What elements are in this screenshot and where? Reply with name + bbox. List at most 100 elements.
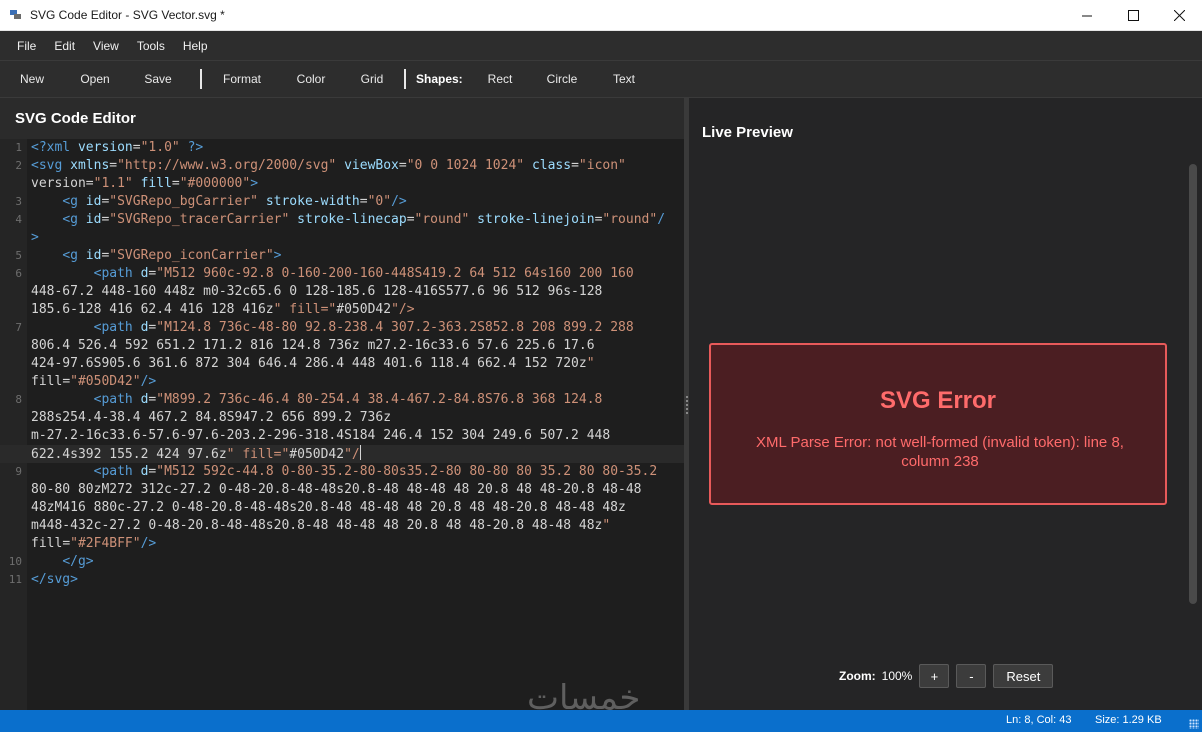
code-text: </svg>	[31, 572, 78, 587]
code-editor[interactable]: 1 <?xml version="1.0" ?> 2 <svg xmlns="htt…	[0, 139, 684, 710]
minimize-icon	[1081, 15, 1092, 16]
close-button[interactable]	[1156, 0, 1202, 30]
file-size: Size: 1.29 KB	[1095, 714, 1162, 726]
circle-button[interactable]: Circle	[526, 72, 598, 86]
menu-tools[interactable]: Tools	[128, 39, 174, 53]
code-text: <svg xmlns="http://www.w3.org/2000/svg" …	[31, 158, 626, 173]
line-number: 5	[15, 249, 22, 262]
code-text: m448-432c-27.2 0-48-20.8-48-48s20.8-48 4…	[31, 518, 611, 533]
code-line: 11 </svg>	[0, 571, 684, 589]
code-text: m-27.2-16c33.6-57.6-97.6-203.2-296-318.4…	[31, 428, 611, 443]
line-number: 4	[15, 213, 22, 226]
status-bar: Ln: 8, Col: 43 Size: 1.29 KB	[0, 710, 1202, 732]
line-number: 2	[15, 159, 22, 172]
close-icon	[1173, 9, 1185, 21]
app-icon	[10, 9, 22, 21]
code-text: 448-67.2 448-160 448z m0-32c65.6 0 128-1…	[31, 284, 603, 299]
code-text: version="1.1" fill="#000000">	[31, 176, 259, 191]
code-line: >	[0, 229, 684, 247]
code-line: 48zM416 880c-27.2 0-48-20.8-48-48s20.8-4…	[0, 499, 684, 517]
editor-title: SVG Code Editor	[15, 110, 136, 127]
code-line: m448-432c-27.2 0-48-20.8-48-48s20.8-48 4…	[0, 517, 684, 535]
menu-file[interactable]: File	[8, 39, 45, 53]
menu-edit[interactable]: Edit	[45, 39, 84, 53]
code-line: fill="#2F4BFF"/>	[0, 535, 684, 553]
code-line: 448-67.2 448-160 448z m0-32c65.6 0 128-1…	[0, 283, 684, 301]
code-line: 6 <path d="M512 960c-92.8 0-160-200-160-…	[0, 265, 684, 283]
code-text: 806.4 526.4 592 651.2 171.2 816 124.8 73…	[31, 338, 595, 353]
toolbar-separator	[404, 69, 406, 89]
splitter-grip-icon[interactable]	[686, 396, 688, 414]
zoom-reset-button[interactable]: Reset	[993, 664, 1054, 688]
code-line: 3 <g id="SVGRepo_bgCarrier" stroke-width…	[0, 193, 684, 211]
text-button[interactable]: Text	[598, 72, 650, 86]
line-number: 9	[15, 465, 22, 478]
grid-button[interactable]: Grid	[350, 72, 394, 86]
save-button[interactable]: Save	[126, 72, 190, 86]
code-line: 7 <path d="M124.8 736c-48-80 92.8-238.4 …	[0, 319, 684, 337]
code-text: >	[31, 230, 39, 245]
open-button[interactable]: Open	[64, 72, 126, 86]
line-number: 8	[15, 393, 22, 406]
line-number: 11	[8, 573, 22, 586]
color-button[interactable]: Color	[272, 72, 350, 86]
code-text: 185.6-128 416 62.4 416 128 416z" fill="#…	[31, 302, 415, 317]
code-line: m-27.2-16c33.6-57.6-97.6-203.2-296-318.4…	[0, 427, 684, 445]
code-text: <?xml version="1.0" ?>	[31, 140, 204, 155]
preview-pane: Live Preview SVG Error XML Parse Error: …	[689, 98, 1202, 710]
code-text: 48zM416 880c-27.2 0-48-20.8-48-48s20.8-4…	[31, 500, 626, 515]
new-button[interactable]: New	[0, 72, 64, 86]
maximize-icon	[1127, 9, 1139, 21]
code-line: 185.6-128 416 62.4 416 128 416z" fill="#…	[0, 301, 684, 319]
minimize-button[interactable]	[1064, 0, 1110, 30]
code-line: 1 <?xml version="1.0" ?>	[0, 139, 684, 157]
preview-title: Live Preview	[702, 124, 793, 141]
code-line: 80-80 80zM272 312c-27.2 0-48-20.8-48-48s…	[0, 481, 684, 499]
code-line: 9 <path d="M512 592c-44.8 0-80-35.2-80-8…	[0, 463, 684, 481]
code-text: 424-97.6S905.6 361.6 872 304 646.4 286.4…	[31, 356, 595, 371]
zoom-out-button[interactable]: -	[956, 664, 987, 688]
code-text: <g id="SVGRepo_iconCarrier">	[62, 248, 282, 263]
code-text: fill="#050D42"/>	[31, 374, 157, 389]
line-number: 7	[15, 321, 22, 334]
code-line: 4 <g id="SVGRepo_tracerCarrier" stroke-l…	[0, 211, 684, 229]
toolbar: New Open Save Format Color Grid Shapes: …	[0, 60, 1202, 98]
text-cursor	[359, 445, 361, 460]
editor-header: SVG Code Editor	[0, 98, 684, 139]
code-text-segment: 622.4s392 155.2 424 97.6z" fill="#050D42…	[31, 447, 360, 462]
shapes-label: Shapes:	[416, 72, 463, 86]
preview-scrollbar[interactable]	[1189, 164, 1197, 604]
code-text: <path d="M512 960c-92.8 0-160-200-160-44…	[93, 266, 634, 281]
code-line: 5 <g id="SVGRepo_iconCarrier">	[0, 247, 684, 265]
code-line: 806.4 526.4 592 651.2 171.2 816 124.8 73…	[0, 337, 684, 355]
window-title: SVG Code Editor - SVG Vector.svg *	[30, 8, 225, 22]
code-text: <path d="M512 592c-44.8 0-80-35.2-80-80s…	[93, 464, 658, 479]
code-text: fill="#2F4BFF"/>	[31, 536, 157, 551]
format-button[interactable]: Format	[212, 72, 272, 86]
resize-grip-icon[interactable]	[1189, 719, 1199, 729]
code-text: <path d="M899.2 736c-46.4 80-254.4 38.4-…	[93, 392, 603, 407]
menu-help[interactable]: Help	[174, 39, 217, 53]
zoom-label: Zoom:	[839, 669, 876, 683]
menu-view[interactable]: View	[84, 39, 128, 53]
svg-error-panel: SVG Error XML Parse Error: not well-form…	[709, 343, 1167, 505]
code-text: 622.4s392 155.2 424 97.6z" fill="#050D42…	[31, 445, 361, 464]
code-line: 424-97.6S905.6 361.6 872 304 646.4 286.4…	[0, 355, 684, 373]
menu-bar: File Edit View Tools Help	[0, 31, 1202, 60]
cursor-position: Ln: 8, Col: 43	[1006, 714, 1072, 726]
code-text: </g>	[62, 554, 94, 569]
code-text: <path d="M124.8 736c-48-80 92.8-238.4 30…	[93, 320, 634, 335]
line-number: 10	[8, 555, 22, 568]
zoom-in-button[interactable]: +	[919, 664, 950, 688]
code-line: version="1.1" fill="#000000">	[0, 175, 684, 193]
code-line: fill="#050D42"/>	[0, 373, 684, 391]
maximize-button[interactable]	[1110, 0, 1156, 30]
code-line: 8 <path d="M899.2 736c-46.4 80-254.4 38.…	[0, 391, 684, 409]
editor-pane: SVG Code Editor 1 <?xml version="1.0" ?> …	[0, 98, 684, 710]
code-line: 2 <svg xmlns="http://www.w3.org/2000/svg"…	[0, 157, 684, 175]
rect-button[interactable]: Rect	[474, 72, 526, 86]
code-line: 288s254.4-38.4 467.2 84.8S947.2 656 899.…	[0, 409, 684, 427]
line-number: 3	[15, 195, 22, 208]
code-line-current: 622.4s392 155.2 424 97.6z" fill="#050D42…	[0, 445, 684, 463]
code-line: 10 </g>	[0, 553, 684, 571]
